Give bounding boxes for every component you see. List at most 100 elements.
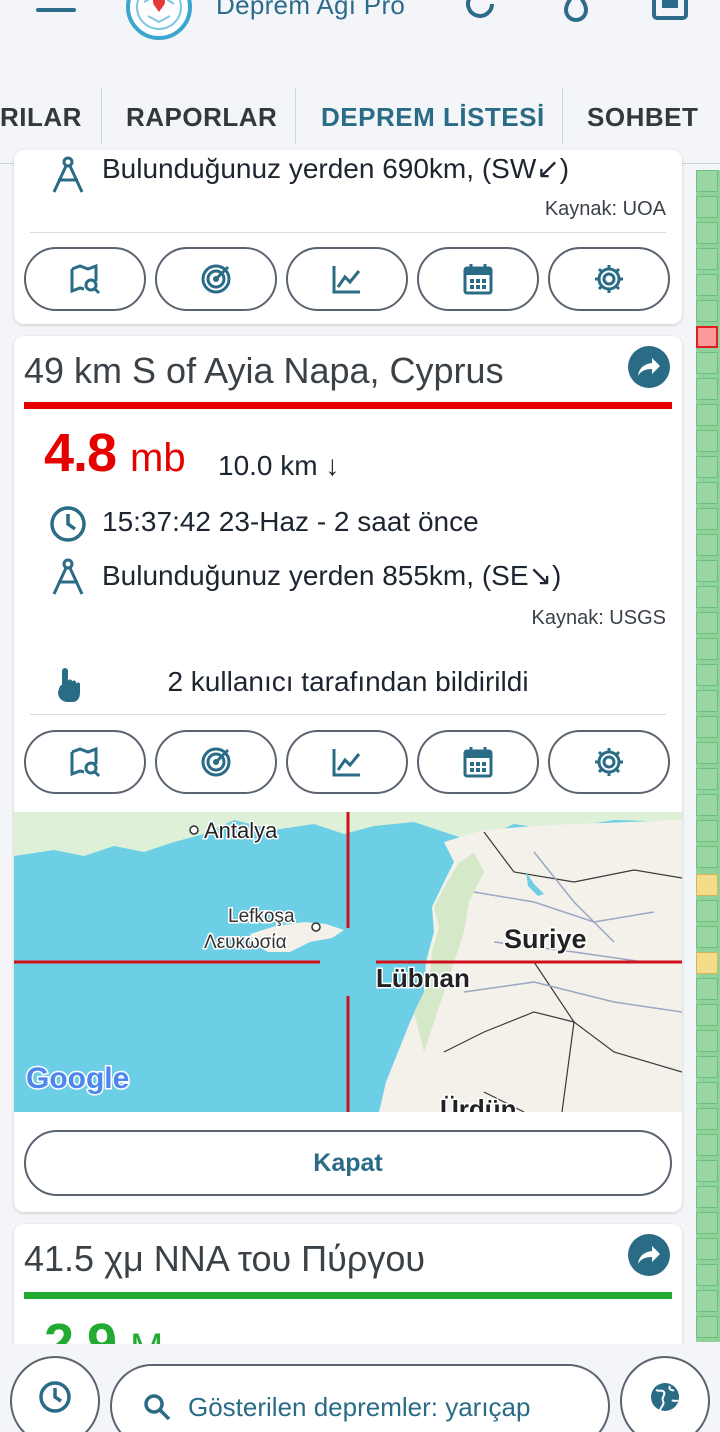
water-drop-icon[interactable]	[558, 0, 594, 22]
strip-cell[interactable]	[696, 1134, 718, 1156]
bottom-bar: Gösterilen depremler: yarıçap	[0, 1344, 720, 1432]
strip-cell[interactable]	[696, 1030, 718, 1052]
share-icon	[638, 1246, 660, 1264]
strip-cell[interactable]	[696, 1004, 718, 1026]
strip-cell[interactable]	[696, 716, 718, 738]
share-button[interactable]	[628, 346, 670, 388]
map-search-button[interactable]	[24, 247, 146, 311]
strip-cell[interactable]	[696, 1082, 718, 1104]
compass-icon	[48, 556, 88, 596]
history-button[interactable]	[10, 1356, 100, 1432]
radius-filter-label: Gösterilen depremler: yarıçap	[188, 1392, 531, 1422]
strip-cell[interactable]	[696, 586, 718, 608]
calendar-icon	[463, 747, 493, 778]
strip-cell[interactable]	[696, 1108, 718, 1130]
strip-cell[interactable]	[696, 1264, 718, 1286]
strip-cell[interactable]	[696, 820, 718, 842]
time-text: 15:37:42 23-Haz - 2 saat önce	[102, 506, 479, 537]
strip-cell[interactable]	[696, 1316, 718, 1338]
strip-cell[interactable]	[696, 352, 718, 374]
strip-cell[interactable]	[696, 794, 718, 816]
place-title: 49 km S of Ayia Napa, Cyprus	[24, 350, 504, 391]
google-logo: Google	[26, 1062, 129, 1095]
strip-cell[interactable]	[696, 274, 718, 296]
strip-cell[interactable]	[696, 482, 718, 504]
strip-cell[interactable]	[696, 1056, 718, 1078]
strip-cell[interactable]	[696, 1238, 718, 1260]
compass-icon	[48, 154, 88, 194]
strip-cell[interactable]	[696, 742, 718, 764]
calendar-icon	[463, 264, 493, 295]
strip-cell-medium[interactable]	[696, 952, 718, 974]
strip-cell[interactable]	[696, 1212, 718, 1234]
strip-cell[interactable]	[696, 638, 718, 660]
strip-cell[interactable]	[696, 690, 718, 712]
strip-cell-medium[interactable]	[696, 874, 718, 896]
strip-cell[interactable]	[696, 1290, 718, 1312]
strip-cell[interactable]	[696, 248, 718, 270]
news-icon[interactable]	[650, 0, 688, 22]
chart-icon	[332, 749, 361, 777]
strip-cell[interactable]	[696, 560, 718, 582]
strip-cell[interactable]	[696, 612, 718, 634]
chart-button[interactable]	[286, 730, 408, 794]
tab-divider	[295, 88, 296, 144]
strip-cell-selected[interactable]	[696, 326, 718, 348]
action-row	[24, 730, 672, 794]
app-logo	[126, 0, 192, 40]
share-button[interactable]	[628, 1234, 670, 1276]
epicenter-map[interactable]: Antalya Lefkoşa Λευκωσία Suriye Lübnan Ü…	[14, 812, 682, 1112]
strip-cell[interactable]	[696, 430, 718, 452]
strip-cell[interactable]	[696, 1186, 718, 1208]
strip-cell[interactable]	[696, 456, 718, 478]
radius-filter-button[interactable]: Gösterilen depremler: yarıçap	[110, 1364, 610, 1432]
earthquake-card: Bulunduğunuz yerden 690km, (SW↙) Kaynak:…	[14, 150, 682, 324]
source-label: Kaynak: UOA	[544, 198, 666, 220]
calendar-button[interactable]	[417, 247, 539, 311]
calendar-button[interactable]	[417, 730, 539, 794]
strip-cell[interactable]	[696, 300, 718, 322]
strip-cell[interactable]	[696, 222, 718, 244]
divider	[30, 232, 666, 233]
strip-cell[interactable]	[696, 978, 718, 1000]
source-label: Kaynak: USGS	[531, 607, 666, 629]
earthquake-timeline-strip[interactable]	[696, 170, 720, 1342]
target-button[interactable]	[155, 730, 277, 794]
target-icon	[201, 264, 231, 294]
strip-cell[interactable]	[696, 378, 718, 400]
distance-text: Bulunduğunuz yerden 855km, (SE↘)	[102, 560, 562, 591]
strip-cell[interactable]	[696, 900, 718, 922]
map-search-button[interactable]	[24, 730, 146, 794]
target-button[interactable]	[155, 247, 277, 311]
settings-button[interactable]	[548, 247, 670, 311]
chart-button[interactable]	[286, 247, 408, 311]
tab-divider	[101, 88, 102, 144]
strip-cell[interactable]	[696, 846, 718, 868]
magnitude-color-rule	[24, 1292, 672, 1299]
strip-cell[interactable]	[696, 508, 718, 530]
clock-icon	[48, 504, 88, 544]
strip-cell[interactable]	[696, 534, 718, 556]
place-title: 41.5 χμ NNA του Πύργου	[24, 1238, 426, 1279]
strip-cell[interactable]	[696, 404, 718, 426]
magnitude-unit: mb	[130, 436, 186, 480]
earthquake-card-expanded[interactable]: 49 km S of Ayia Napa, Cyprus 4.8 mb 10.0…	[14, 336, 682, 1212]
clock-icon	[39, 1381, 71, 1413]
globe-button[interactable]	[620, 1356, 710, 1432]
close-button[interactable]: Kapat	[24, 1130, 672, 1196]
app-bar: Deprem Ağı Pro	[0, 0, 720, 84]
strip-cell[interactable]	[696, 170, 718, 192]
settings-button[interactable]	[548, 730, 670, 794]
share-icon	[638, 358, 660, 376]
strip-cell[interactable]	[696, 926, 718, 948]
target-icon	[201, 747, 231, 777]
map-label-urdun: Ürdün	[440, 1094, 517, 1112]
strip-cell[interactable]	[696, 1160, 718, 1182]
refresh-icon[interactable]	[462, 0, 498, 22]
strip-cell[interactable]	[696, 768, 718, 790]
strip-cell[interactable]	[696, 664, 718, 686]
divider	[30, 714, 666, 715]
strip-cell[interactable]	[696, 196, 718, 218]
distance-text: Bulunduğunuz yerden 690km, (SW↙)	[102, 153, 570, 184]
menu-icon[interactable]	[36, 0, 76, 18]
